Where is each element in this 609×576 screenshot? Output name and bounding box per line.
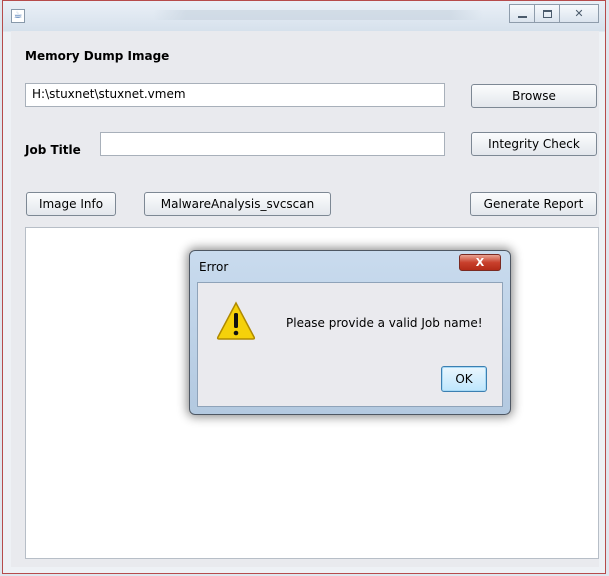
dialog-body: Please provide a valid Job name! OK [197, 282, 503, 407]
close-icon: X [475, 256, 485, 269]
memory-dump-path-field[interactable]: H:\stuxnet\stuxnet.vmem [25, 83, 445, 107]
minimize-button[interactable] [509, 4, 535, 23]
dialog-message: Please provide a valid Job name! [286, 316, 483, 330]
java-app-icon: ☕ [11, 9, 25, 23]
generate-report-button[interactable]: Generate Report [470, 192, 597, 216]
ok-button[interactable]: OK [441, 366, 487, 392]
integrity-check-button[interactable]: Integrity Check [471, 132, 597, 156]
title-background-blur [153, 10, 483, 20]
title-bar[interactable]: ☕ ✕ [3, 1, 605, 31]
job-title-field[interactable] [100, 132, 445, 156]
close-icon: ✕ [574, 7, 584, 20]
memory-dump-label: Memory Dump Image [25, 49, 170, 63]
job-title-label: Job Title [25, 143, 81, 157]
dialog-title: Error [199, 260, 229, 274]
minimize-icon [517, 15, 527, 18]
error-dialog: Error X Please provide a valid Job name!… [189, 250, 511, 415]
image-info-button[interactable]: Image Info [26, 192, 116, 216]
caption-buttons: ✕ [509, 4, 599, 23]
dialog-close-button[interactable]: X [459, 254, 501, 271]
close-button[interactable]: ✕ [559, 4, 599, 23]
browse-button[interactable]: Browse [471, 84, 597, 108]
malware-analysis-svcscan-button[interactable]: MalwareAnalysis_svcscan [144, 192, 331, 216]
maximize-button[interactable] [534, 4, 560, 23]
warning-icon [216, 301, 256, 340]
maximize-icon [542, 9, 552, 18]
